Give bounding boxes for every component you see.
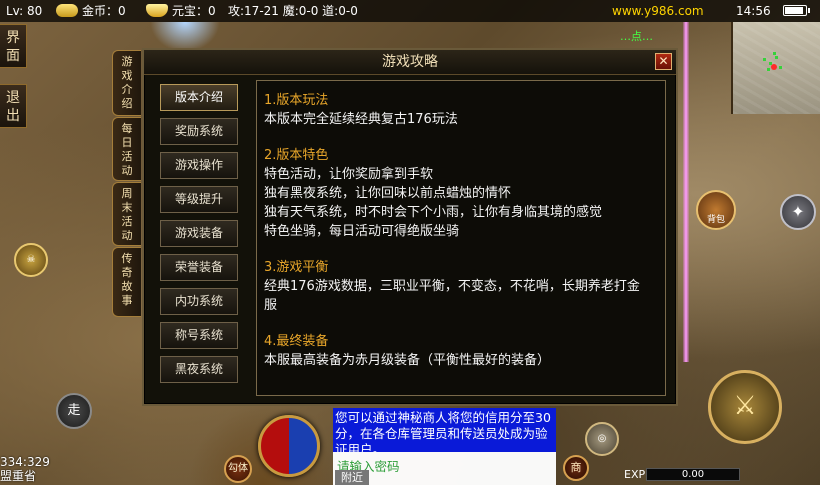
yuanbao-amount: 元宝：0	[172, 4, 216, 18]
content-line: 特色活动，让你奖励拿到手软	[264, 167, 434, 182]
section-heading: 2.版本特色	[264, 148, 329, 163]
content-line: 独有天气系统，时不时会下个小雨，让你有身临其境的感觉	[264, 205, 603, 220]
chat-box[interactable]: 您可以通过神秘商人将您的信用分至30分，在各仓库管理员和传送员处成为验证用户。 …	[333, 408, 556, 485]
minimap-player-marker	[771, 64, 777, 70]
nav-night-system[interactable]: 黑夜系统	[160, 356, 238, 383]
tab-weekend-events[interactable]: 周末活动	[112, 182, 141, 246]
map-name: 盟重省	[0, 469, 37, 483]
content-line: 独有黑夜系统，让你回味以前点蜡烛的情怀	[264, 186, 512, 201]
gold-coins-icon	[56, 4, 78, 17]
section-heading: 4.最终装备	[264, 334, 329, 349]
exit-button[interactable]: 退出	[0, 84, 27, 128]
nav-game-equipment[interactable]: 游戏装备	[160, 220, 238, 247]
content-line: 本服最高装备为赤月级装备（平衡性最好的装备）	[264, 353, 551, 368]
gold-amount: 金币：0	[82, 4, 126, 18]
website-watermark: www.y986.com	[612, 4, 704, 18]
tab-legend-story-label: 传奇故事	[121, 252, 133, 307]
nav-level-up[interactable]: 等级提升	[160, 186, 238, 213]
walk-button[interactable]: 走	[56, 393, 92, 429]
tab-game-intro[interactable]: 游戏介绍	[112, 50, 141, 116]
game-guide-panel: 游戏攻略 ✕ 版本介绍 奖励系统 游戏操作 等级提升 游戏装备 荣誉装备 内功系…	[142, 48, 678, 406]
content-line: 本版本完全延续经典复古176玩法	[264, 112, 458, 127]
nearby-chat-tab[interactable]: 附近	[335, 470, 369, 485]
nav-game-controls[interactable]: 游戏操作	[160, 152, 238, 179]
skill-button[interactable]: ◎	[585, 422, 619, 456]
location-info: 334:329 盟重省	[0, 455, 70, 485]
hp-mp-orb	[258, 415, 320, 477]
shop-label: 商	[570, 461, 582, 474]
shop-button[interactable]: 商	[563, 455, 589, 481]
system-message: 您可以通过神秘商人将您的信用分至30分，在各仓库管理员和传送员处成为验证用户。	[333, 408, 556, 452]
tab-daily-events-label: 每日活动	[121, 122, 133, 177]
clock-time: 14:56	[736, 4, 771, 18]
nav-reward-system[interactable]: 奖励系统	[160, 118, 238, 145]
npc-name-tag[interactable]: …点…	[620, 28, 653, 44]
main-attack-button[interactable]: ⚔	[708, 370, 782, 444]
exp-label: EXP	[624, 468, 646, 481]
interface-button[interactable]: 界面	[0, 24, 27, 68]
skill-icon: ◎	[597, 433, 607, 444]
attack-mode-label: 勾体	[228, 463, 248, 474]
yuanbao-ingot-icon	[146, 4, 168, 17]
section-heading: 3.游戏平衡	[264, 260, 329, 275]
bag-button[interactable]: 背包	[696, 190, 736, 230]
star-menu-button[interactable]: ✦	[780, 194, 816, 230]
sword-icon: ⚔	[733, 391, 757, 421]
exp-value: 0.00	[681, 469, 705, 480]
star-icon: ✦	[791, 202, 805, 221]
nav-inner-power[interactable]: 内功系统	[160, 288, 238, 315]
tab-weekend-events-label: 周末活动	[121, 187, 133, 242]
tab-legend-story[interactable]: 传奇故事	[112, 247, 141, 317]
top-status-bar: Lv: 80 金币：0 元宝：0 攻:17-21 魔:0-0 道:0-0 www…	[0, 0, 820, 22]
skull-skill-button[interactable]: ☠	[14, 243, 48, 277]
exp-bar: 0.00	[646, 468, 740, 481]
minimap[interactable]	[731, 22, 820, 114]
map-coordinates: 334:329	[0, 455, 50, 469]
exit-button-label: 退出	[6, 90, 20, 124]
skull-icon: ☠	[26, 254, 36, 265]
attack-stats: 攻:17-21 魔:0-0 道:0-0	[228, 4, 358, 18]
pink-light-beam	[683, 22, 689, 362]
tab-game-intro-label: 游戏介绍	[121, 55, 133, 110]
content-line: 特色坐骑，每日活动可得绝版坐骑	[264, 224, 460, 239]
section-heading: 1.版本玩法	[264, 93, 329, 108]
close-icon: ✕	[658, 54, 669, 68]
player-level: Lv: 80	[6, 4, 43, 18]
attack-mode-button[interactable]: 勾体	[224, 455, 252, 483]
walk-label: 走	[67, 403, 81, 418]
content-line: 经典176游戏数据，三职业平衡，不变态，不花哨，长期养老打金服	[264, 279, 640, 313]
guide-content: 1.版本玩法 本版本完全延续经典复古176玩法 2.版本特色 特色活动，让你奖励…	[256, 80, 666, 396]
nav-honor-equipment[interactable]: 荣誉装备	[160, 254, 238, 281]
nav-title-system[interactable]: 称号系统	[160, 322, 238, 349]
panel-title: 游戏攻略	[144, 50, 676, 75]
nav-version-intro[interactable]: 版本介绍	[160, 84, 238, 111]
battery-icon	[783, 5, 810, 16]
interface-button-label: 界面	[6, 30, 20, 64]
close-button[interactable]: ✕	[655, 53, 672, 70]
bag-label: 背包	[706, 215, 725, 225]
tab-daily-events[interactable]: 每日活动	[112, 117, 141, 181]
